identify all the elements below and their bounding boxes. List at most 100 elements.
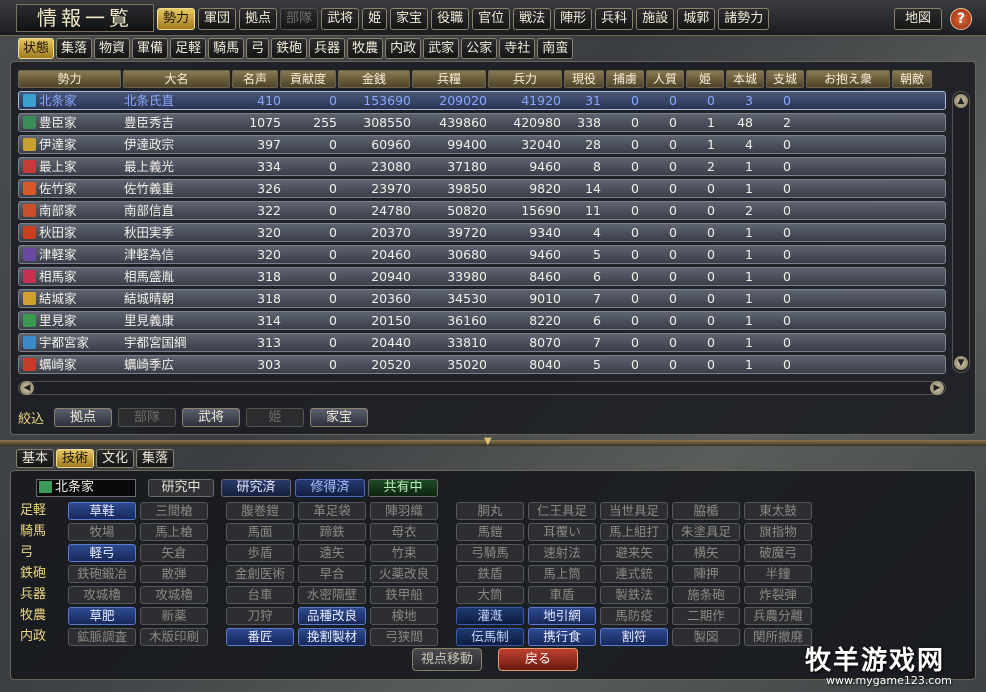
- column-header-7[interactable]: 現役: [564, 70, 604, 88]
- tech-cell[interactable]: 灌漑: [456, 607, 524, 625]
- column-header-2[interactable]: 名声: [232, 70, 278, 88]
- subtab-4[interactable]: 足軽: [170, 38, 207, 59]
- subtab-14[interactable]: 南蛮: [537, 38, 574, 59]
- table-row[interactable]: 蠣崎家 蠣崎季広 303 0 20520 35020 8040 5 0 0 0 1 0: [18, 355, 946, 374]
- tech-cell[interactable]: 歩盾: [226, 544, 294, 562]
- tech-cell[interactable]: 陣羽織: [370, 502, 438, 520]
- tech-cell[interactable]: 三間槍: [140, 502, 208, 520]
- tab-2[interactable]: 拠点: [239, 8, 278, 30]
- back-button[interactable]: 戻る: [498, 648, 578, 671]
- tech-cell[interactable]: 検地: [370, 607, 438, 625]
- subtab-11[interactable]: 武家: [423, 38, 460, 59]
- tech-tab-1[interactable]: 技術: [56, 449, 95, 468]
- column-header-3[interactable]: 貢献度: [280, 70, 336, 88]
- tech-cell[interactable]: 東太鼓: [744, 502, 812, 520]
- table-row[interactable]: 北条家 北条氏直 410 0 153690 209020 41920 31 0 0 0 3 0: [18, 91, 946, 110]
- subtab-10[interactable]: 内政: [385, 38, 422, 59]
- table-row[interactable]: 秋田家 秋田実季 320 0 20370 39720 9340 4 0 0 0 1 0: [18, 223, 946, 242]
- tech-cell[interactable]: 弓騎馬: [456, 544, 524, 562]
- tech-cell[interactable]: 刀狩: [226, 607, 294, 625]
- table-row[interactable]: 相馬家 相馬盛胤 318 0 20940 33980 8460 6 0 0 0 1 0: [18, 267, 946, 286]
- table-row[interactable]: 津軽家 津軽為信 320 0 20460 30680 9460 5 0 0 0 1 0: [18, 245, 946, 264]
- scroll-left-icon[interactable]: ◀: [20, 381, 34, 395]
- tech-cell[interactable]: 番匠: [226, 628, 294, 646]
- tech-cell[interactable]: 金創医術: [226, 565, 294, 583]
- tech-cell[interactable]: 耳覆い: [528, 523, 596, 541]
- tech-cell[interactable]: 旗指物: [744, 523, 812, 541]
- tech-cell[interactable]: 草肥: [68, 607, 136, 625]
- subtab-13[interactable]: 寺社: [499, 38, 536, 59]
- tech-tab-3[interactable]: 集落: [136, 449, 175, 468]
- filter-button-3[interactable]: 姫: [246, 408, 305, 427]
- tech-cell[interactable]: 朱塗具足: [672, 523, 740, 541]
- column-header-13[interactable]: お抱え衆: [806, 70, 890, 88]
- tab-14[interactable]: 諸勢力: [718, 8, 770, 30]
- tab-13[interactable]: 城郭: [677, 8, 716, 30]
- column-header-12[interactable]: 支城: [766, 70, 804, 88]
- tab-5[interactable]: 姫: [362, 8, 388, 30]
- filter-button-0[interactable]: 拠点: [54, 408, 113, 427]
- tech-cell[interactable]: 早合: [298, 565, 366, 583]
- subtab-2[interactable]: 物資: [94, 38, 131, 59]
- tech-cell[interactable]: 牧場: [68, 523, 136, 541]
- tech-cell[interactable]: 草鞋: [68, 502, 136, 520]
- tech-cell[interactable]: 鉱脈調査: [68, 628, 136, 646]
- tech-cell[interactable]: 二期作: [672, 607, 740, 625]
- tab-9[interactable]: 戦法: [513, 8, 552, 30]
- tab-12[interactable]: 施設: [636, 8, 675, 30]
- table-row[interactable]: 佐竹家 佐竹義重 326 0 23970 39850 9820 14 0 0 0 1 0: [18, 179, 946, 198]
- table-row[interactable]: 里見家 里見義康 314 0 20150 36160 8220 6 0 0 0 1 0: [18, 311, 946, 330]
- column-header-4[interactable]: 金銭: [338, 70, 410, 88]
- tech-cell[interactable]: 馬防疫: [600, 607, 668, 625]
- subtab-3[interactable]: 軍備: [132, 38, 169, 59]
- tech-cell[interactable]: 施条砲: [672, 586, 740, 604]
- tech-cell[interactable]: 軽弓: [68, 544, 136, 562]
- table-row[interactable]: 豊臣家 豊臣秀吉 1075 255 308550 439860 420980 338 0 0 1 48…: [18, 113, 946, 132]
- tech-cell[interactable]: 新薬: [140, 607, 208, 625]
- tech-cell[interactable]: 大筒: [456, 586, 524, 604]
- column-header-9[interactable]: 人質: [646, 70, 684, 88]
- tab-6[interactable]: 家宝: [390, 8, 429, 30]
- tech-cell[interactable]: 脇楯: [672, 502, 740, 520]
- vertical-scrollbar[interactable]: ▲ ▼: [952, 91, 970, 373]
- tech-cell[interactable]: 兵農分離: [744, 607, 812, 625]
- column-header-5[interactable]: 兵糧: [412, 70, 486, 88]
- filter-button-1[interactable]: 部隊: [118, 408, 177, 427]
- table-row[interactable]: 伊達家 伊達政宗 397 0 60960 99400 32040 28 0 0 1 4 0: [18, 135, 946, 154]
- tech-cell[interactable]: 速射法: [528, 544, 596, 562]
- subtab-1[interactable]: 集落: [56, 38, 93, 59]
- tech-cell[interactable]: 製鉄法: [600, 586, 668, 604]
- column-header-8[interactable]: 捕虜: [606, 70, 644, 88]
- tech-cell[interactable]: 台車: [226, 586, 294, 604]
- tech-cell[interactable]: 半鐘: [744, 565, 812, 583]
- horizontal-scrollbar[interactable]: ◀ ▶: [18, 381, 946, 395]
- tech-cell[interactable]: 避来矢: [600, 544, 668, 562]
- tech-tab-2[interactable]: 文化: [96, 449, 135, 468]
- filter-button-2[interactable]: 武将: [182, 408, 241, 427]
- tech-cell[interactable]: 鉄甲船: [370, 586, 438, 604]
- tech-cell[interactable]: 鉄盾: [456, 565, 524, 583]
- subtab-12[interactable]: 公家: [461, 38, 498, 59]
- scroll-down-icon[interactable]: ▼: [954, 356, 968, 370]
- tech-cell[interactable]: 弓狭間: [370, 628, 438, 646]
- column-header-10[interactable]: 姫: [686, 70, 724, 88]
- tech-cell[interactable]: 破魔弓: [744, 544, 812, 562]
- map-button[interactable]: 地図: [894, 8, 942, 30]
- tech-cell[interactable]: 腹巻鎧: [226, 502, 294, 520]
- tech-cell[interactable]: 地引網: [528, 607, 596, 625]
- tech-cell[interactable]: 馬上組打: [600, 523, 668, 541]
- table-row[interactable]: 宇都宮家 宇都宮国綱 313 0 20440 33810 8070 7 0 0 0 1 0: [18, 333, 946, 352]
- tech-cell[interactable]: 革足袋: [298, 502, 366, 520]
- subtab-6[interactable]: 弓: [246, 38, 270, 59]
- tech-cell[interactable]: 馬上槍: [140, 523, 208, 541]
- collapse-chevron-icon[interactable]: ▼: [484, 436, 498, 447]
- tech-cell[interactable]: 鉄砲鍛冶: [68, 565, 136, 583]
- column-header-1[interactable]: 大名: [123, 70, 230, 88]
- tab-11[interactable]: 兵科: [595, 8, 634, 30]
- tab-4[interactable]: 武将: [321, 8, 360, 30]
- filter-button-4[interactable]: 家宝: [310, 408, 369, 427]
- tab-0[interactable]: 勢力: [157, 8, 196, 30]
- subtab-7[interactable]: 鉄砲: [271, 38, 308, 59]
- tech-cell[interactable]: 竹束: [370, 544, 438, 562]
- tech-cell[interactable]: 品種改良: [298, 607, 366, 625]
